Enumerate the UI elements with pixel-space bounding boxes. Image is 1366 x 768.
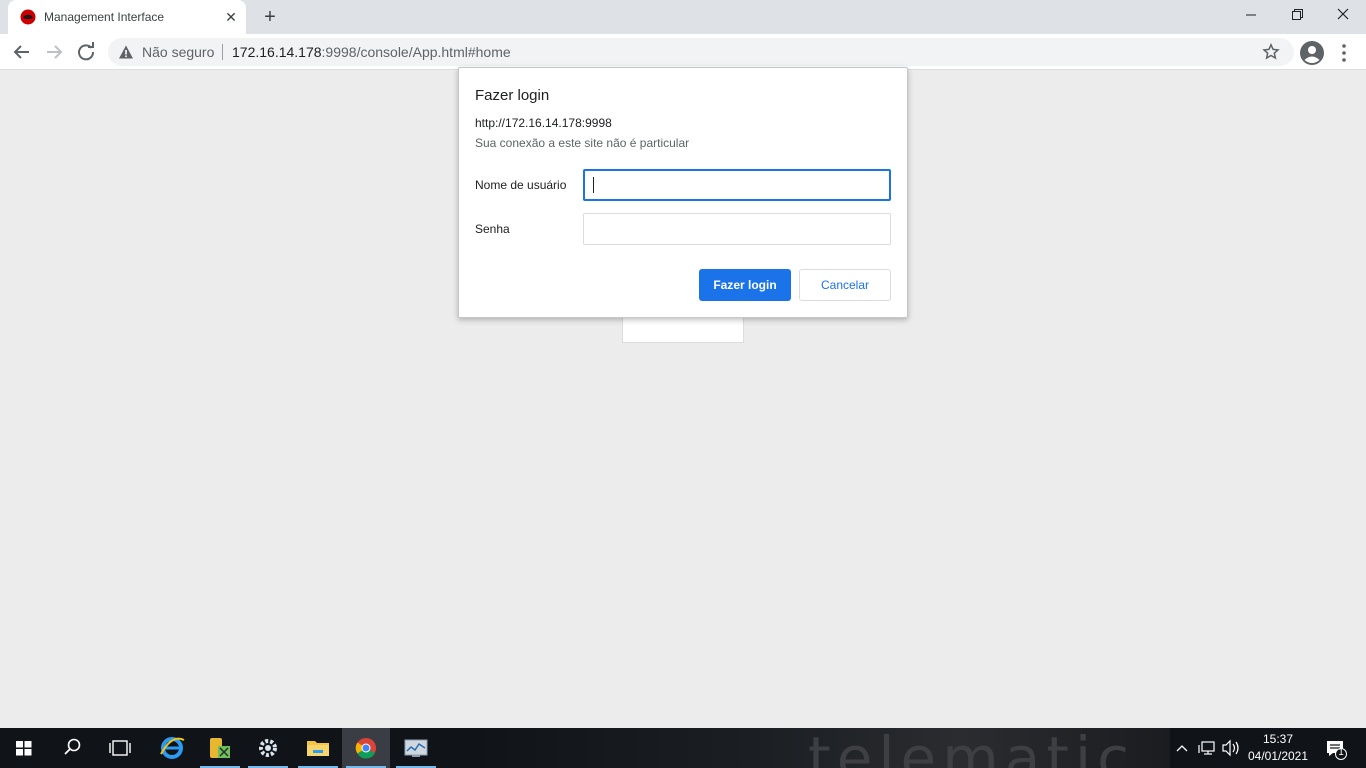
- windows-start-icon: [16, 741, 32, 756]
- arrow-right-icon: [47, 45, 63, 59]
- taskbar-server-manager[interactable]: [196, 728, 244, 768]
- arrow-left-icon: [13, 45, 29, 59]
- taskbar-internet-explorer[interactable]: [148, 728, 196, 768]
- search-icon: [64, 738, 81, 755]
- password-input[interactable]: [583, 213, 891, 245]
- task-view-icon: [109, 740, 131, 756]
- login-button[interactable]: Fazer login: [699, 269, 791, 301]
- notification-count-badge: 1: [1338, 747, 1344, 758]
- minimize-button[interactable]: [1228, 0, 1274, 30]
- start-button[interactable]: [0, 728, 48, 768]
- volume-button[interactable]: [1220, 728, 1242, 768]
- reload-button[interactable]: [72, 38, 100, 66]
- url-path: :9998/console/App.html#home: [321, 44, 511, 60]
- username-label: Nome de usuário: [475, 178, 567, 192]
- omnibox-divider: [222, 44, 223, 60]
- login-dialog: Fazer login http://172.16.14.178:9998 Su…: [458, 67, 908, 318]
- minimize-icon: [1246, 14, 1256, 16]
- kebab-menu-icon[interactable]: [1336, 42, 1352, 64]
- network-icon: [1198, 741, 1215, 755]
- close-window-button[interactable]: [1320, 0, 1366, 30]
- redhat-favicon-icon: [20, 9, 36, 25]
- cancel-button[interactable]: Cancelar: [799, 269, 891, 301]
- back-button[interactable]: [8, 38, 36, 66]
- show-hidden-icons-button[interactable]: [1172, 728, 1192, 768]
- performance-monitor-icon: [404, 739, 428, 757]
- clock-date: 04/01/2021: [1247, 749, 1309, 763]
- taskbar-chrome[interactable]: [342, 728, 390, 768]
- url-text[interactable]: 172.16.14.178:9998/console/App.html#home: [232, 44, 511, 60]
- internet-explorer-icon: [160, 737, 185, 759]
- taskbar-performance-monitor[interactable]: [392, 728, 440, 768]
- warning-icon[interactable]: [118, 44, 134, 60]
- clock-time: 15:37: [1262, 732, 1294, 746]
- text-caret: [593, 177, 594, 193]
- close-icon: [1337, 8, 1349, 20]
- address-bar[interactable]: Não seguro 172.16.14.178:9998/console/Ap…: [108, 38, 1294, 66]
- username-input[interactable]: [583, 169, 891, 201]
- wallpaper-logo-text: telematic: [808, 724, 1136, 768]
- password-label: Senha: [475, 222, 510, 236]
- tab-management-interface[interactable]: Management Interface ✕: [8, 0, 246, 34]
- network-status-button[interactable]: [1196, 728, 1218, 768]
- taskbar-file-explorer[interactable]: [294, 728, 342, 768]
- security-status[interactable]: Não seguro: [142, 44, 214, 60]
- settings-gear-icon: [259, 739, 277, 757]
- profile-avatar-icon[interactable]: [1299, 40, 1325, 66]
- system-clock[interactable]: 15:37 04/01/2021: [1240, 731, 1316, 765]
- page-panel: [622, 316, 744, 343]
- dialog-title: Fazer login: [475, 87, 550, 104]
- browser-toolbar: Não seguro 172.16.14.178:9998/console/Ap…: [0, 34, 1366, 70]
- tab-close-icon[interactable]: ✕: [222, 8, 240, 26]
- reload-icon: [78, 42, 95, 61]
- taskbar-search-button[interactable]: [48, 728, 96, 768]
- server-manager-icon: [210, 738, 230, 758]
- chrome-icon: [355, 738, 376, 759]
- dialog-origin: http://172.16.14.178:9998: [475, 116, 612, 130]
- tab-title: Management Interface: [44, 10, 165, 24]
- file-explorer-icon: [307, 741, 329, 756]
- chevron-up-icon: [1176, 745, 1188, 752]
- task-view-button[interactable]: [96, 728, 144, 768]
- taskbar-settings[interactable]: [244, 728, 292, 768]
- forward-button[interactable]: [40, 38, 68, 66]
- dialog-privacy-note: Sua conexão a este site não é particular: [475, 136, 690, 150]
- new-tab-button[interactable]: +: [258, 6, 282, 28]
- url-host: 172.16.14.178: [232, 44, 322, 60]
- windows-taskbar: telematic 15:37 04/01/2021 1: [0, 724, 1366, 768]
- restore-button[interactable]: [1274, 0, 1320, 30]
- action-center-button[interactable]: 1: [1322, 728, 1352, 768]
- speaker-icon: [1222, 739, 1239, 757]
- tab-strip: Management Interface ✕ +: [0, 0, 1366, 34]
- restore-icon: [1292, 9, 1303, 20]
- bookmark-star-icon[interactable]: [1262, 43, 1280, 61]
